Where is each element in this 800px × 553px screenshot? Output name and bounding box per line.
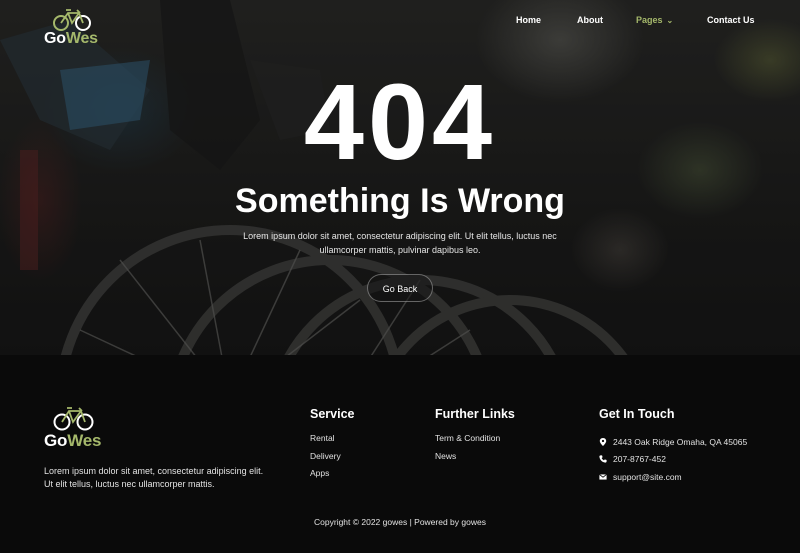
phone-icon <box>599 455 607 463</box>
footer-service-column: Service Rental Delivery Apps <box>310 407 354 486</box>
logo-text-wes: Wes <box>65 30 98 47</box>
footer-service-title: Service <box>310 407 355 421</box>
bicycle-icon <box>53 9 91 31</box>
footer-contact-address: 2443 Oak Ridge Omaha, QA 45065 <box>599 433 747 451</box>
footer-contact-phone-text: 207-8767-452 <box>613 454 666 465</box>
footer-logo-text-wes: Wes <box>67 431 102 450</box>
footer-about-text: Lorem ipsum dolor sit amet, consectetur … <box>44 466 264 489</box>
site-logo[interactable]: GoWes <box>44 8 100 50</box>
footer-link-apps[interactable]: Apps <box>310 468 354 486</box>
footer-contact-email-text: support@site.com <box>613 471 682 482</box>
nav-pages[interactable]: Pages ⌄ <box>636 15 673 25</box>
nav-about[interactable]: About <box>577 15 603 25</box>
logo-text-go: Go <box>44 30 66 47</box>
footer-logo-wordmark: GoWes <box>44 431 101 451</box>
footer-link-terms[interactable]: Term & Condition <box>435 433 515 451</box>
footer-contact-email[interactable]: support@site.com <box>599 468 747 486</box>
site-footer: GoWes Lorem ipsum dolor sit amet, consec… <box>0 355 800 553</box>
top-navigation: GoWes Home About Pages ⌄ Contact Us <box>0 0 800 52</box>
footer-contact-title: Get In Touch <box>599 407 675 421</box>
footer-further-links-title: Further Links <box>435 407 515 421</box>
footer-contact-address-text: 2443 Oak Ridge Omaha, QA 45065 <box>613 436 748 447</box>
copyright-text: Copyright © 2022 gowes | Powered by gowe… <box>314 517 486 527</box>
envelope-icon <box>599 473 607 480</box>
footer-link-news[interactable]: News <box>435 451 515 469</box>
footer-contact-phone[interactable]: 207-8767-452 <box>599 451 747 469</box>
footer-link-delivery[interactable]: Delivery <box>310 451 354 469</box>
logo-wordmark: GoWes <box>44 30 98 48</box>
footer-logo-text-go: Go <box>44 431 68 450</box>
error-description-line1: Lorem ipsum dolor sit amet, consectetur … <box>243 231 557 241</box>
footer-logo[interactable]: GoWes <box>44 405 104 453</box>
hero-section: GoWes Home About Pages ⌄ Contact Us 404 S… <box>0 0 800 355</box>
error-description: Lorem ipsum dolor sit amet, consectetur … <box>0 229 800 257</box>
error-description-line2: ullamcorper mattis, pulvinar dapibus leo… <box>319 245 481 255</box>
footer-contact-column: Get In Touch 2443 Oak Ridge Omaha, QA 45… <box>599 407 747 486</box>
bicycle-icon <box>53 407 94 431</box>
error-code: 404 <box>303 61 497 182</box>
nav-contact-us[interactable]: Contact Us <box>707 15 755 25</box>
nav-pages-label: Pages <box>636 15 663 25</box>
chevron-down-icon: ⌄ <box>666 16 674 25</box>
error-headline: Something Is Wrong <box>235 182 565 220</box>
footer-further-links-column: Further Links Term & Condition News <box>435 407 515 468</box>
footer-link-rental[interactable]: Rental <box>310 433 354 451</box>
nav-home[interactable]: Home <box>516 15 541 25</box>
go-back-button[interactable]: Go Back <box>367 274 433 302</box>
map-pin-icon <box>599 437 607 446</box>
